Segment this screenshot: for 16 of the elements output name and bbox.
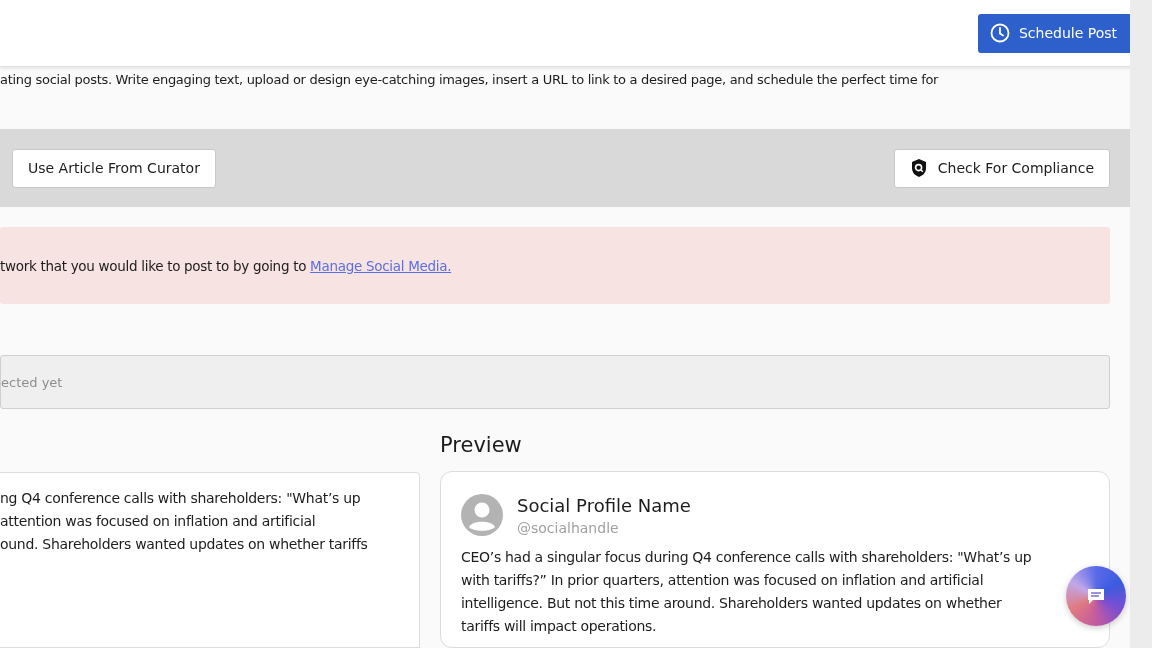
post-text-area[interactable]: ng Q4 conference calls with shareholders: "What’s up attention was focused on inflation and artificial ound. Shareholders wanted updates on whether tariffs xyxy=(0,472,420,648)
schedule-post-button[interactable]: Schedule Post xyxy=(977,13,1132,53)
chat-icon xyxy=(1086,586,1106,606)
post-preview-text: CEO’s had a singular focus during Q4 conference calls with shareholders: "What’s up with tariffs?” In prior quarters, attention was focused on inflation and artificial intelligence. But not this time around. Shareholders wanted updates on whether tariffs will impact operations. xyxy=(461,548,1033,636)
check-compliance-button[interactable]: Check For Compliance xyxy=(893,148,1110,188)
page-description: ating social posts. Write engaging text, upload or design eye-catching images, insert a URL to link to a desired page, and schedule the perfect time for xyxy=(0,71,940,89)
selection-field[interactable]: ected yet xyxy=(0,355,1110,409)
shield-icon xyxy=(909,158,928,178)
use-article-button[interactable]: Use Article From Curator xyxy=(12,148,216,188)
avatar-icon xyxy=(461,494,503,536)
manage-social-media-link[interactable]: Manage Social Media. xyxy=(310,257,452,274)
profile-handle: @socialhandle xyxy=(517,519,620,536)
alert-message: twork that you would like to post to by going to Manage Social Media. xyxy=(0,257,452,274)
clock-icon xyxy=(989,23,1010,43)
preview-heading: Preview xyxy=(440,433,523,457)
profile-name: Social Profile Name xyxy=(517,494,691,516)
